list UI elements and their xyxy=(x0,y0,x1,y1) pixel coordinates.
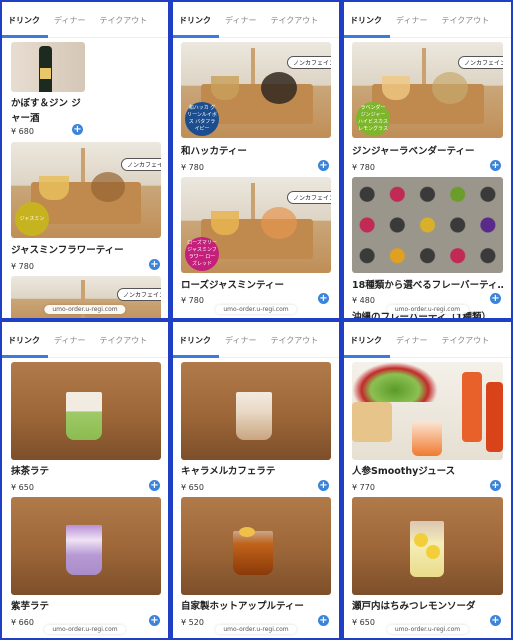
menu-item-photo[interactable]: ラベンダー ジンジャー ハイビスカス レモングラス ノンカフェイン xyxy=(352,42,503,138)
non-caffeine-bubble: ノンカフェイン xyxy=(117,288,161,301)
tab-dinner[interactable]: ディナー xyxy=(396,335,427,357)
category-tabs: ドリンク ディナー テイクアウト xyxy=(344,322,511,358)
menu-item-name[interactable]: ローズジャスミンティー xyxy=(181,278,331,293)
menu-item-photo[interactable] xyxy=(11,497,161,595)
menu-item-photo[interactable] xyxy=(181,362,331,460)
tab-dinner[interactable]: ディナー xyxy=(396,15,427,37)
tab-takeout[interactable]: テイクアウト xyxy=(99,15,147,37)
tab-drink[interactable]: ドリンク xyxy=(344,335,390,358)
tab-dinner[interactable]: ディナー xyxy=(54,15,85,37)
menu-item-name[interactable]: 和ハッカティー xyxy=(181,144,331,159)
add-button[interactable]: + xyxy=(490,615,501,626)
menu-item-price: ¥ 660 xyxy=(11,618,34,627)
tab-drink[interactable]: ドリンク xyxy=(2,15,48,38)
menu-item-price: ¥ 770 xyxy=(352,483,375,492)
tab-drink[interactable]: ドリンク xyxy=(344,15,390,38)
domain-pill: umo-order.u-regi.com xyxy=(44,305,126,314)
domain-pill: umo-order.u-regi.com xyxy=(44,625,126,634)
menu-item-photo[interactable]: ローズマリー ジャスミンフラワー ローズレッド ノンカフェイン xyxy=(181,177,331,273)
category-tabs: ドリンク ディナー テイクアウト xyxy=(2,322,168,358)
menu-item-price: ¥ 680 xyxy=(11,127,34,136)
menu-item-price: ¥ 480 xyxy=(352,296,375,305)
menu-item-photo[interactable] xyxy=(352,362,503,460)
add-button[interactable]: + xyxy=(149,615,160,626)
menu-item-price: ¥ 780 xyxy=(181,296,204,305)
tab-takeout[interactable]: テイクアウト xyxy=(270,15,318,37)
non-caffeine-bubble: ノンカフェイン xyxy=(121,158,161,171)
add-button[interactable]: + xyxy=(490,293,501,304)
menu-item-photo[interactable] xyxy=(11,42,85,92)
panel-6: ドリンク ディナー テイクアウト 人参Smoothyジュース ¥ 770 + 瀬… xyxy=(344,322,511,638)
tab-takeout[interactable]: テイクアウト xyxy=(270,335,318,357)
domain-pill: umo-order.u-regi.com xyxy=(386,625,469,634)
domain-pill: umo-order.u-regi.com xyxy=(386,305,469,314)
tab-drink[interactable]: ドリンク xyxy=(173,15,219,38)
add-button[interactable]: + xyxy=(318,293,329,304)
tab-takeout[interactable]: テイクアウト xyxy=(99,335,147,357)
tab-drink[interactable]: ドリンク xyxy=(173,335,219,358)
menu-item-photo[interactable] xyxy=(11,362,161,460)
tab-takeout[interactable]: テイクアウト xyxy=(441,335,489,357)
panel-1: ドリンク ディナー テイクアウト かぼす＆ジン ジャー酒 ¥ 680 + ジャス… xyxy=(2,2,168,318)
menu-item-price: ¥ 780 xyxy=(181,163,204,172)
tab-dinner[interactable]: ディナー xyxy=(54,335,85,357)
menu-item-price: ¥ 650 xyxy=(11,483,34,492)
category-tabs: ドリンク ディナー テイクアウト xyxy=(173,322,339,358)
non-caffeine-bubble: ノンカフェイン xyxy=(287,191,331,204)
menu-item-price: ¥ 650 xyxy=(181,483,204,492)
menu-item-name[interactable]: ジンジャーラベンダーティー xyxy=(352,144,503,159)
add-button[interactable]: + xyxy=(318,160,329,171)
tab-drink[interactable]: ドリンク xyxy=(2,335,48,358)
ingredient-badge: 和ハッカ グリーンルイボス バタフライピー xyxy=(185,102,219,136)
menu-item-name[interactable]: 瀬戸内はちみつレモンソーダ xyxy=(352,599,503,614)
menu-item-price: ¥ 650 xyxy=(352,618,375,627)
menu-item-name[interactable]: ジャスミンフラワーティー xyxy=(11,243,161,258)
panel-5: ドリンク ディナー テイクアウト キャラメルカフェラテ ¥ 650 + 自家製ホ… xyxy=(173,322,339,638)
menu-item-photo[interactable]: ジャスミン ノンカフェイン xyxy=(11,142,161,238)
add-button[interactable]: + xyxy=(490,160,501,171)
menu-item-price: ¥ 780 xyxy=(352,163,375,172)
ingredient-badge: ラベンダー ジンジャー ハイビスカス レモングラス xyxy=(356,102,390,136)
category-tabs: ドリンク ディナー テイクアウト xyxy=(344,2,511,38)
add-button[interactable]: + xyxy=(318,480,329,491)
add-button[interactable]: + xyxy=(149,259,160,270)
menu-item-photo[interactable]: 和ハッカ グリーンルイボス バタフライピー ノンカフェイン xyxy=(181,42,331,138)
menu-item-name[interactable]: 人参Smoothyジュース xyxy=(352,464,503,479)
category-tabs: ドリンク ディナー テイクアウト xyxy=(2,2,168,38)
ingredient-badge: ジャスミン xyxy=(15,202,49,236)
menu-item-name[interactable]: 自家製ホットアップルティー xyxy=(181,599,331,614)
category-tabs: ドリンク ディナー テイクアウト xyxy=(173,2,339,38)
add-button[interactable]: + xyxy=(318,615,329,626)
panel-3: ドリンク ディナー テイクアウト ラベンダー ジンジャー ハイビスカス レモング… xyxy=(344,2,511,318)
domain-pill: umo-order.u-regi.com xyxy=(215,625,297,634)
menu-item-photo[interactable] xyxy=(181,497,331,595)
add-button[interactable]: + xyxy=(149,480,160,491)
menu-item-name[interactable]: 紫芋ラテ xyxy=(11,599,161,614)
menu-item-name[interactable]: キャラメルカフェラテ xyxy=(181,464,331,479)
menu-item-price: ¥ 520 xyxy=(181,618,204,627)
tab-dinner[interactable]: ディナー xyxy=(225,15,256,37)
menu-item-photo[interactable] xyxy=(352,497,503,595)
tab-dinner[interactable]: ディナー xyxy=(225,335,256,357)
panel-4: ドリンク ディナー テイクアウト 抹茶ラテ ¥ 650 + 紫芋ラテ ¥ 660… xyxy=(2,322,168,638)
non-caffeine-bubble: ノンカフェイン xyxy=(458,56,503,69)
tab-takeout[interactable]: テイクアウト xyxy=(441,15,489,37)
non-caffeine-bubble: ノンカフェイン xyxy=(287,56,331,69)
domain-pill: umo-order.u-regi.com xyxy=(215,305,297,314)
menu-item-photo[interactable] xyxy=(352,177,503,273)
menu-item-name[interactable]: かぼす＆ジン ジャー酒 xyxy=(11,96,81,126)
add-button[interactable]: + xyxy=(72,124,83,135)
menu-item-price: ¥ 780 xyxy=(11,262,34,271)
menu-item-name[interactable]: 18種類から選べるフレーバーティ… xyxy=(352,278,503,293)
add-button[interactable]: + xyxy=(490,480,501,491)
menu-item-name[interactable]: 抹茶ラテ xyxy=(11,464,161,479)
ingredient-badge: ローズマリー ジャスミンフラワー ローズレッド xyxy=(185,237,219,271)
panel-2: ドリンク ディナー テイクアウト 和ハッカ グリーンルイボス バタフライピー ノ… xyxy=(173,2,339,318)
